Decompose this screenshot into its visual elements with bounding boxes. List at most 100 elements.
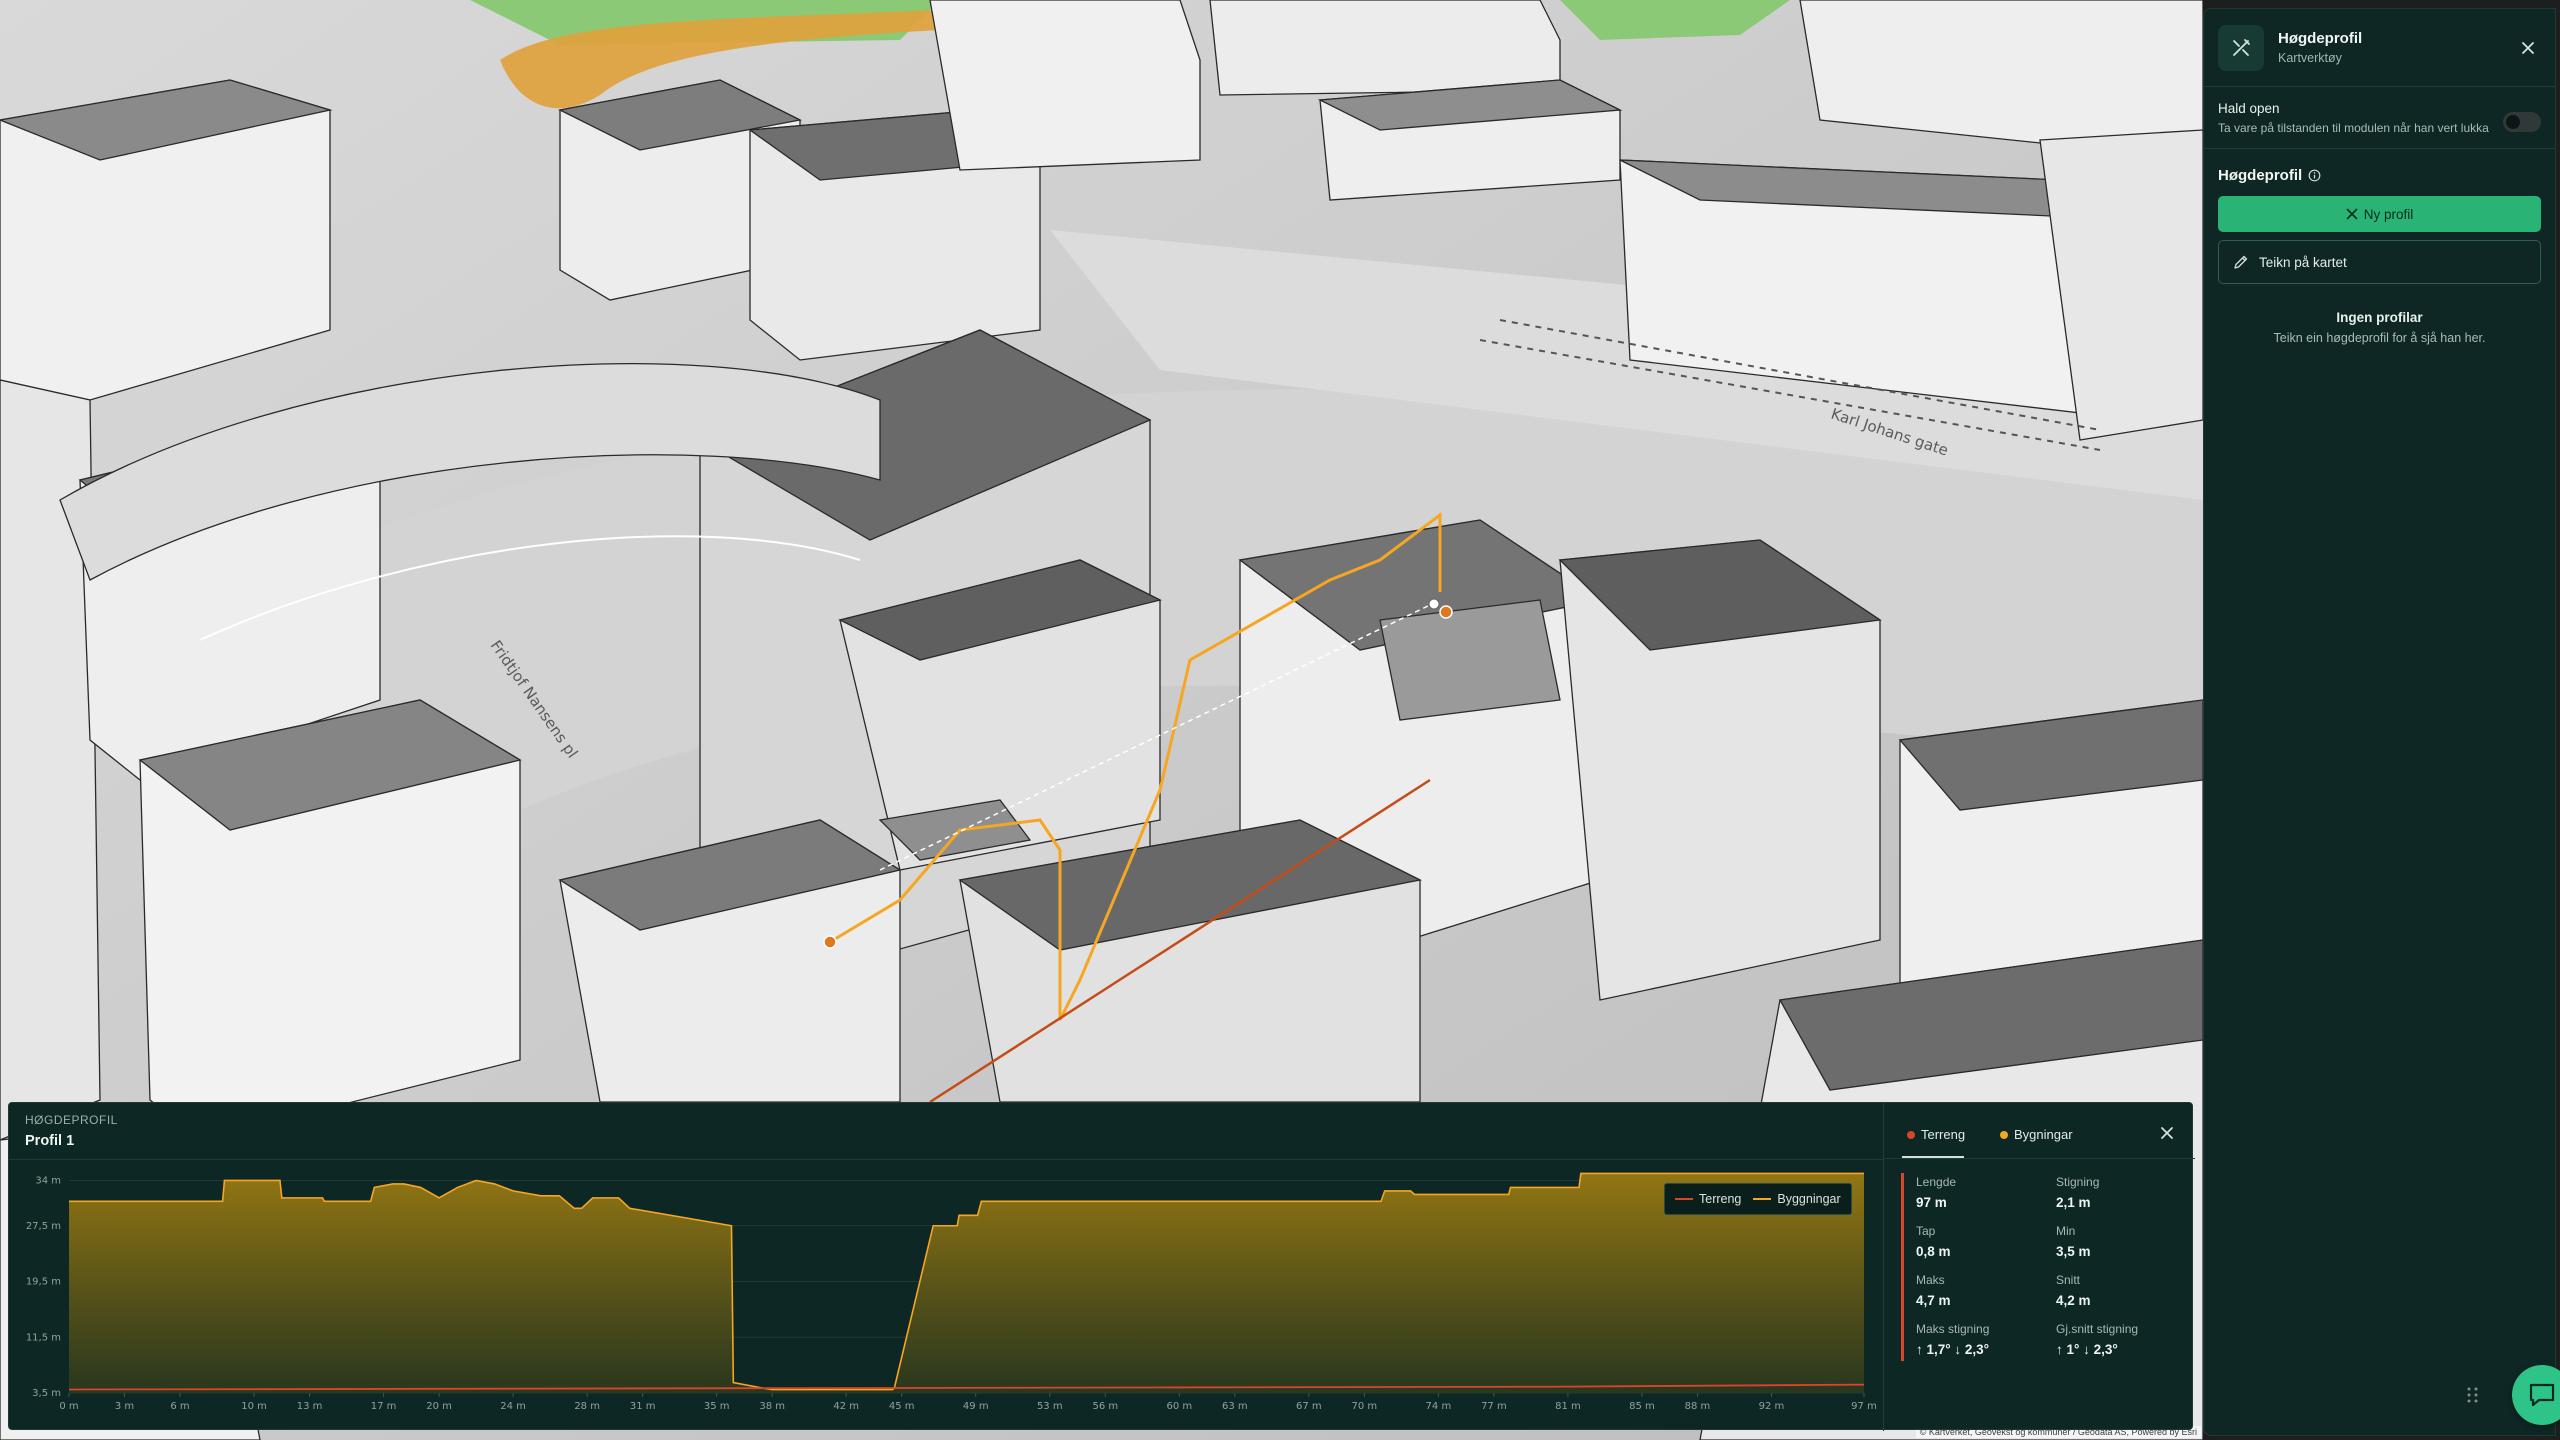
section-title-text: Høgdeprofil [2218, 167, 2303, 184]
pencil-icon [2234, 255, 2248, 269]
stat-min-value: 3,5 m [2056, 1244, 2091, 1259]
x-tick-label: 6 m [170, 1401, 189, 1412]
x-tick-label: 10 m [241, 1401, 267, 1412]
y-tick-label: 27,5 m [26, 1221, 61, 1232]
x-tick-label: 85 m [1629, 1401, 1655, 1412]
x-tick-label: 24 m [500, 1401, 526, 1412]
x-tick-label: 0 m [59, 1401, 78, 1412]
stats-tabs: Terreng Bygningar [1884, 1103, 2195, 1159]
close-profile-icon[interactable] [2155, 1121, 2179, 1145]
empty-state: Ingen profilar Teikn ein høgdeprofil for… [2204, 310, 2555, 345]
stat-climb-value: 2,1 m [2056, 1195, 2091, 1210]
x-tick-label: 49 m [963, 1401, 989, 1412]
x-tick-label: 35 m [704, 1401, 730, 1412]
stat-min: Min 3,5 m [2056, 1224, 2091, 1259]
elevation-profile-panel: HØGDEPROFIL Profil 1 3,5 m 11,5 m 19,5 m 27… [8, 1102, 2195, 1431]
tab-terrain[interactable]: Terreng [1907, 1127, 1965, 1142]
stat-max-value: 4,7 m [1916, 1293, 1951, 1308]
stat-avg-value: 4,2 m [2056, 1293, 2091, 1308]
panel-header: Høgdeprofil Kartverktøy [2204, 9, 2555, 87]
x-tick-label: 42 m [833, 1401, 859, 1412]
stat-avg-slope: Gj.snitt stigning ↑ 1° ↓ 2,3° [2056, 1322, 2138, 1357]
tools-icon [2218, 24, 2264, 71]
draw-on-map-label: Teikn på kartet [2259, 254, 2347, 270]
stat-length-value: 97 m [1916, 1195, 1947, 1210]
chart-legend: Terreng Byggningar [1664, 1183, 1852, 1215]
drag-handle-icon[interactable] [2466, 1385, 2480, 1405]
profile-chart-svg[interactable]: 3,5 m 11,5 m 19,5 m 27,5 m 34 m 0 m 3 m 6 m 10 m… [9, 1160, 1883, 1431]
x-tick-label: 60 m [1166, 1401, 1192, 1412]
legend-terrain-label: Terreng [1699, 1192, 1742, 1206]
x-tick-label: 67 m [1296, 1401, 1322, 1412]
chat-button[interactable] [2512, 1365, 2560, 1425]
keep-open-title: Hald open [2218, 101, 2280, 116]
profile-stats: Terreng Bygningar Lengde 97 m Stigning 2… [1883, 1103, 2195, 1431]
x-tick-label: 38 m [759, 1401, 785, 1412]
tab-buildings-label: Bygningar [2014, 1127, 2073, 1142]
y-tick-label: 34 m [35, 1175, 61, 1186]
x-tick-label: 17 m [371, 1401, 397, 1412]
x-tick-label: 97 m [1851, 1401, 1877, 1412]
stat-length: Lengde 97 m [1916, 1175, 1956, 1210]
x-tick-label: 31 m [630, 1401, 656, 1412]
stat-max-label: Maks [1916, 1273, 1945, 1287]
y-tick-label: 3,5 m [32, 1388, 61, 1399]
stat-loss-label: Tap [1916, 1224, 1936, 1238]
stat-climb-label: Stigning [2056, 1175, 2100, 1189]
x-tick-label: 56 m [1092, 1401, 1118, 1412]
keep-open-row: Hald open Ta vare på tilstanden til modu… [2204, 87, 2555, 149]
chat-icon [2512, 1365, 2560, 1425]
x-tick-label: 20 m [426, 1401, 452, 1412]
stats-accent-bar [1901, 1173, 1904, 1361]
stat-min-label: Min [2056, 1224, 2076, 1238]
stat-max-slope-label: Maks stigning [1916, 1322, 1990, 1336]
y-tick-label: 11,5 m [26, 1332, 61, 1343]
active-tab-indicator [1902, 1156, 1964, 1158]
panel-subtitle: Kartverktøy [2278, 51, 2342, 65]
panel-title: Høgdeprofil [2278, 30, 2363, 47]
section-title: Høgdeprofil [2204, 149, 2555, 184]
stat-avg-label: Snitt [2056, 1273, 2081, 1287]
y-tick-label: 19,5 m [26, 1277, 61, 1288]
stat-max-slope-value: ↑ 1,7° ↓ 2,3° [1916, 1342, 1990, 1357]
side-panel: Høgdeprofil Kartverktøy Hald open Ta var… [2203, 8, 2556, 1436]
keep-open-description: Ta vare på tilstanden til modulen når ha… [2218, 121, 2489, 135]
tab-terrain-label: Terreng [1921, 1127, 1966, 1142]
x-tick-label: 28 m [574, 1401, 600, 1412]
stat-avg-slope-label: Gj.snitt stigning [2056, 1322, 2139, 1336]
info-icon[interactable] [2308, 169, 2321, 182]
new-profile-label: Ny profil [2363, 206, 2414, 222]
profile-chart[interactable]: 3,5 m 11,5 m 19,5 m 27,5 m 34 m 0 m 3 m 6 m 10 m… [9, 1160, 1883, 1431]
x-tick-label: 88 m [1685, 1401, 1711, 1412]
x-tick-label: 77 m [1481, 1401, 1507, 1412]
stat-avg: Snitt 4,2 m [2056, 1273, 2091, 1308]
stat-max-slope: Maks stigning ↑ 1,7° ↓ 2,3° [1916, 1322, 1989, 1357]
stat-avg-slope-value: ↑ 1° ↓ 2,3° [2056, 1342, 2118, 1357]
x-tick-label: 70 m [1352, 1401, 1378, 1412]
profile-title: Profil 1 [25, 1133, 75, 1149]
close-small-icon [2346, 208, 2358, 220]
stat-loss-value: 0,8 m [1916, 1244, 1951, 1259]
buildings-area [69, 1173, 1864, 1393]
stat-loss: Tap 0,8 m [1916, 1224, 1951, 1259]
keep-open-toggle[interactable] [2503, 112, 2541, 132]
x-tick-label: 63 m [1222, 1401, 1248, 1412]
x-tick-label: 53 m [1037, 1401, 1063, 1412]
legend-buildings-label: Byggningar [1777, 1192, 1841, 1206]
close-icon[interactable] [2515, 35, 2541, 61]
x-tick-label: 81 m [1555, 1401, 1581, 1412]
x-tick-label: 45 m [889, 1401, 915, 1412]
stat-climb: Stigning 2,1 m [2056, 1175, 2099, 1210]
stat-max: Maks 4,7 m [1916, 1273, 1951, 1308]
empty-description: Teikn ein høgdeprofil for å sjå han her. [2273, 331, 2486, 345]
x-tick-label: 92 m [1759, 1401, 1785, 1412]
new-profile-button[interactable]: Ny profil [2218, 196, 2541, 232]
profile-eyebrow: HØGDEPROFIL [25, 1113, 118, 1127]
draw-on-map-button[interactable]: Teikn på kartet [2218, 240, 2541, 284]
x-tick-label: 13 m [297, 1401, 323, 1412]
stat-length-label: Lengde [1916, 1175, 1957, 1189]
tab-buildings[interactable]: Bygningar [2000, 1127, 2073, 1142]
legend-terrain: Terreng [1675, 1192, 1741, 1206]
x-tick-label: 74 m [1426, 1401, 1452, 1412]
empty-title: Ingen profilar [2336, 310, 2423, 325]
